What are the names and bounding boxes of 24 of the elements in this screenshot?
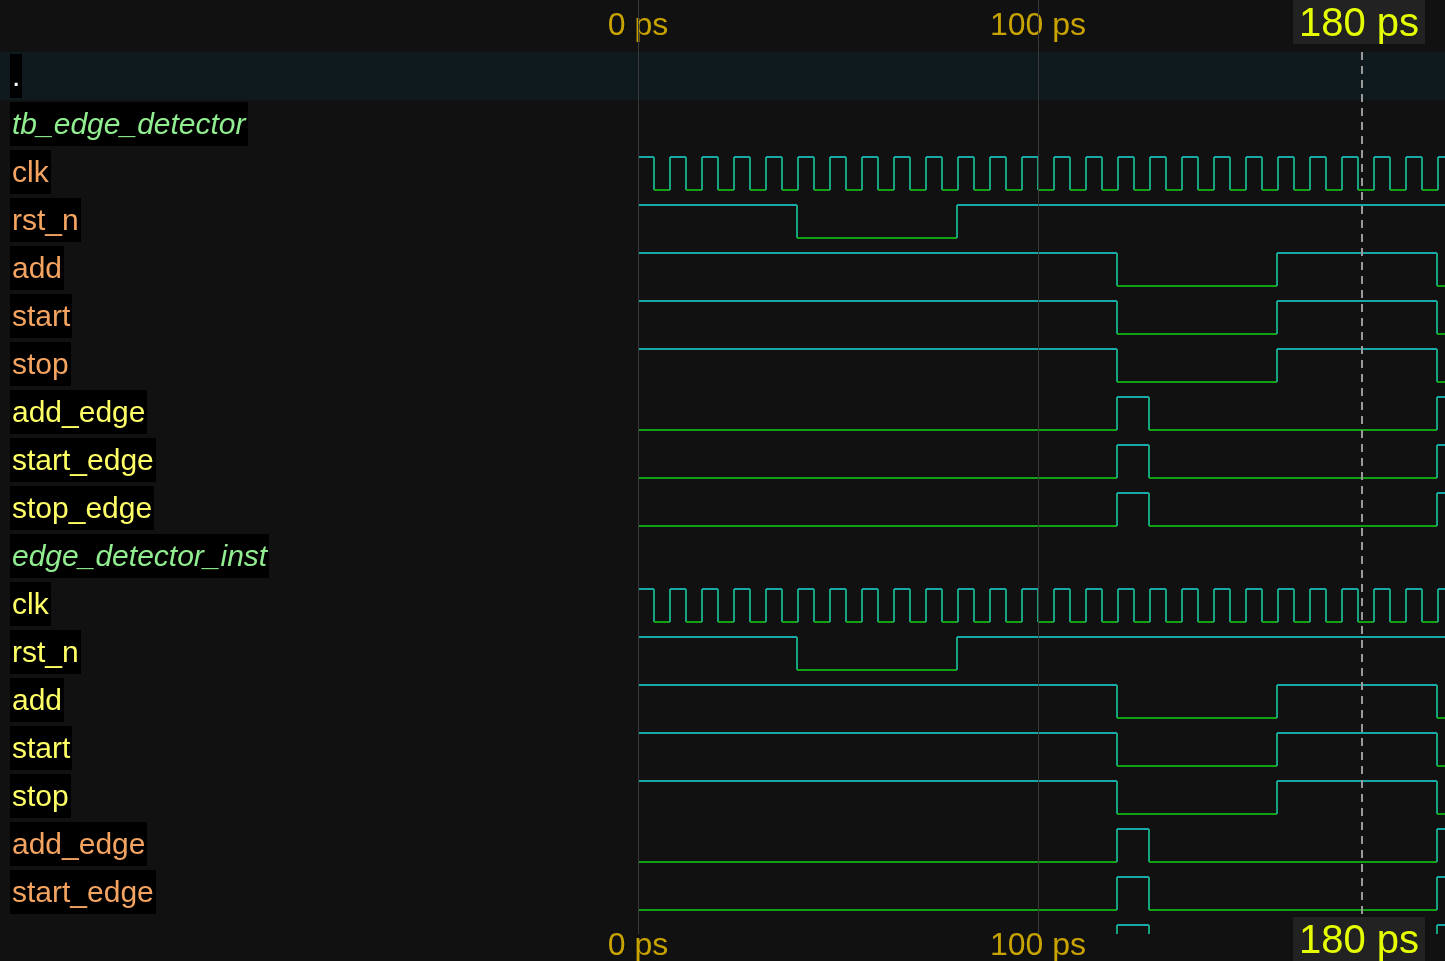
signal-name[interactable]: clk xyxy=(10,582,51,626)
signal-name[interactable]: clk xyxy=(10,150,51,194)
signal-name[interactable]: stop_edge xyxy=(10,486,155,530)
scope-label[interactable]: edge_detector_inst xyxy=(10,534,270,578)
signal-name[interactable]: start_edge xyxy=(10,438,156,482)
cursor-time-label: 180 ps xyxy=(1293,917,1426,961)
signal-name[interactable]: stop xyxy=(10,342,71,386)
signal-name[interactable]: start_edge xyxy=(10,870,156,914)
time-tick-label: 100 ps xyxy=(989,928,1087,960)
signal-name[interactable]: add xyxy=(10,678,65,722)
signal-name[interactable]: start xyxy=(10,294,73,338)
cursor-time-label: 180 ps xyxy=(1293,0,1426,44)
signal-name[interactable]: start xyxy=(10,726,73,770)
root-scope-label[interactable]: . xyxy=(10,54,23,98)
signal-name[interactable]: add_edge xyxy=(10,390,148,434)
signal-name[interactable]: rst_n xyxy=(10,630,81,674)
time-tick-label: 0 ps xyxy=(607,928,669,960)
scope-label[interactable]: tb_edge_detector xyxy=(10,102,248,146)
time-tick-label: 100 ps xyxy=(989,8,1087,40)
signal-name[interactable]: stop xyxy=(10,774,71,818)
signal-name[interactable]: add xyxy=(10,246,65,290)
signal-name[interactable]: add_edge xyxy=(10,822,148,866)
signal-name[interactable]: rst_n xyxy=(10,198,81,242)
cursor-line[interactable] xyxy=(1361,52,1363,914)
